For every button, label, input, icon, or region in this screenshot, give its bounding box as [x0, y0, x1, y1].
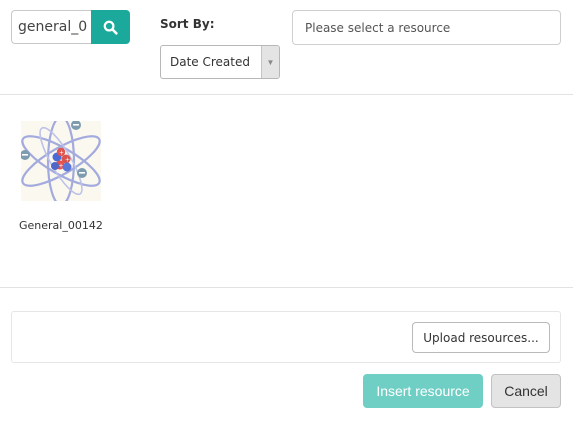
- resource-select[interactable]: Please select a resource: [292, 10, 561, 45]
- search-icon: [103, 20, 118, 35]
- search-button[interactable]: [91, 10, 130, 44]
- upload-resources-button[interactable]: Upload resources...: [412, 322, 550, 353]
- resource-name: General_00142: [19, 219, 103, 232]
- resource-select-placeholder: Please select a resource: [305, 20, 451, 35]
- sort-by-select[interactable]: Date Created ▼: [160, 45, 280, 79]
- svg-text:+: +: [59, 150, 64, 157]
- svg-text:+: +: [65, 157, 70, 164]
- insert-resource-button[interactable]: Insert resource: [363, 374, 483, 408]
- search-input[interactable]: [11, 10, 93, 44]
- chevron-down-icon: ▼: [261, 46, 279, 78]
- results-divider: [0, 287, 573, 288]
- resource-thumbnail[interactable]: + + +: [21, 121, 101, 201]
- header-divider: [0, 94, 573, 95]
- svg-text:+: +: [59, 163, 64, 170]
- sort-by-label: Sort By:: [160, 17, 215, 31]
- sort-by-value: Date Created: [170, 55, 250, 69]
- atom-icon: + + +: [21, 121, 101, 201]
- cancel-button[interactable]: Cancel: [491, 374, 561, 408]
